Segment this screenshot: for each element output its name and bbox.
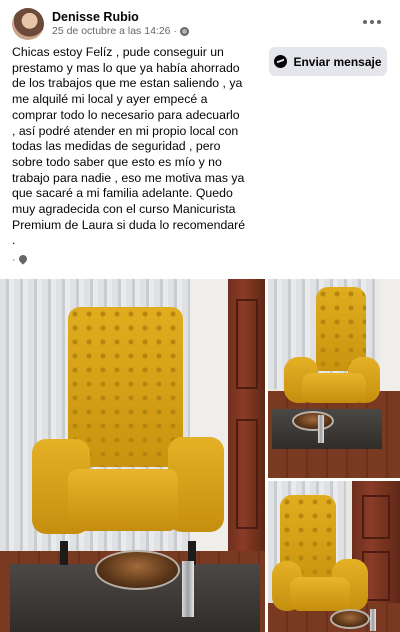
location-row[interactable]: · xyxy=(12,254,27,266)
chair-seat xyxy=(68,469,178,531)
post-timestamp[interactable]: 25 de octubre a las 14:26 · xyxy=(52,25,177,37)
author-avatar[interactable] xyxy=(12,8,44,40)
more-options-icon[interactable] xyxy=(358,10,386,34)
globe-icon xyxy=(179,26,189,36)
messenger-icon xyxy=(274,55,288,68)
send-message-button[interactable]: Enviar mensaje xyxy=(269,47,387,76)
author-name[interactable]: Denisse Rubio xyxy=(52,10,139,24)
photo-top-right[interactable] xyxy=(268,279,400,478)
post-text: Chicas estoy Felíz , pude conseguir un p… xyxy=(12,45,246,248)
faucet xyxy=(182,561,194,617)
location-separator: · xyxy=(12,254,16,266)
door xyxy=(228,279,265,554)
send-message-label: Enviar mensaje xyxy=(293,54,382,69)
location-pin-icon xyxy=(19,255,27,265)
post-meta: 25 de octubre a las 14:26 · xyxy=(52,25,189,37)
photo-bottom-right[interactable] xyxy=(268,481,400,632)
photo-main[interactable] xyxy=(0,279,265,632)
post-header: Denisse Rubio 25 de octubre a las 14:26 … xyxy=(0,0,400,44)
pedicure-bowl xyxy=(95,550,180,590)
